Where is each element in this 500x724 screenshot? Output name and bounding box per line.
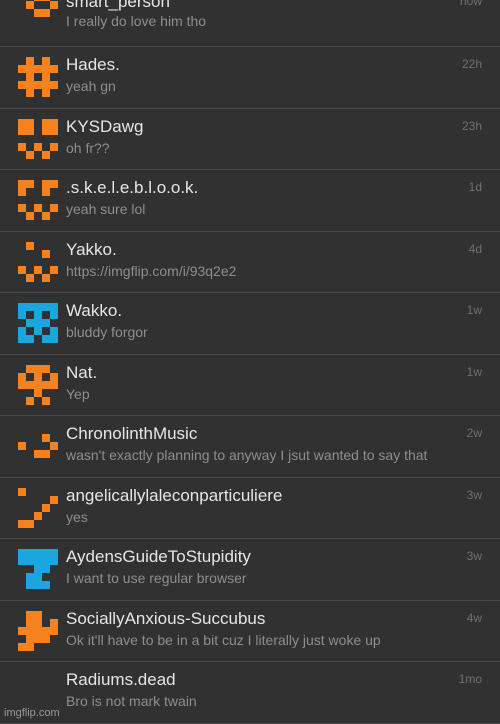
message-preview: Yep [66, 385, 90, 402]
pixel-avatar-icon [18, 487, 58, 528]
contact-name: angelicallylaleconparticuliere [66, 485, 283, 505]
timestamp: 4w [466, 610, 482, 625]
contact-name: AydensGuideToStupidity [66, 547, 251, 566]
pixel-avatar-icon [18, 549, 58, 589]
avatar-placeholder [18, 672, 58, 712]
conversation-row[interactable]: AydensGuideToStupidity I want to use regu… [0, 539, 500, 601]
timestamp: 3w [466, 487, 482, 502]
pixel-avatar-icon [18, 364, 58, 405]
contact-name: ChronolinthMusic [66, 424, 198, 443]
pixel-avatar-icon [18, 426, 58, 466]
conversation-row[interactable]: .s.k.e.l.e.b.l.o.o.k. yeah sure lol 1d [0, 170, 500, 232]
contact-name: KYSDawg [66, 116, 144, 136]
message-preview: https://imgflip.com/i/93q2e2 [66, 262, 237, 279]
conversation-row[interactable]: KYSDawg oh fr?? 23h [0, 108, 500, 170]
imgflip-watermark: imgflip.com [4, 707, 60, 719]
message-preview: wasn't exactly planning to anyway I jsut… [66, 447, 428, 463]
conversation-row[interactable]: Nat. Yep 1w [0, 354, 500, 416]
conversation-row[interactable]: Hades. yeah gn 22h [0, 47, 500, 109]
message-preview: Ok it'll have to be in a bit cuz I liter… [66, 631, 381, 648]
pixel-avatar-icon [18, 0, 58, 33]
conversation-row[interactable]: angelicallylaleconparticuliere yes 3w [0, 477, 500, 539]
contact-name: SociallyAnxious-Succubus [66, 608, 266, 628]
timestamp: 2w [466, 426, 482, 440]
message-preview: yes [66, 508, 88, 525]
pixel-avatar-icon [18, 118, 58, 159]
message-preview: yeah sure lol [66, 201, 146, 217]
conversation-row[interactable]: ChronolinthMusic wasn't exactly planning … [0, 416, 500, 478]
message-preview: Bro is not mark twain [66, 693, 197, 709]
timestamp: 1w [466, 303, 482, 317]
timestamp: 1w [466, 364, 482, 379]
timestamp: 1mo [458, 672, 482, 686]
timestamp: 22h [461, 57, 482, 71]
pixel-avatar-icon [18, 57, 58, 97]
message-preview: bluddy forgor [66, 324, 148, 340]
pixel-avatar-icon [18, 610, 58, 651]
timestamp: 23h [461, 118, 482, 133]
contact-name: .s.k.e.l.e.b.l.o.o.k. [66, 178, 199, 197]
conversation-row[interactable]: Wakko. bluddy forgor 1w [0, 293, 500, 355]
pixel-avatar-icon [18, 180, 58, 220]
contact-name: Wakko. [66, 301, 123, 320]
conversation-row[interactable]: Yakko. https://imgflip.com/i/93q2e2 4d [0, 231, 500, 293]
timestamp: 1d [468, 180, 482, 194]
conversation-row[interactable]: SociallyAnxious-Succubus Ok it'll have to… [0, 600, 500, 662]
contact-name: Yakko. [66, 239, 117, 259]
contact-name: Radiums.dead [66, 670, 176, 689]
conversation-row[interactable]: Radiums.dead Bro is not mark twain 1mo [0, 662, 500, 724]
contact-name: Nat. [66, 362, 98, 382]
message-preview: I really do love him tho [66, 13, 207, 29]
timestamp: 4d [468, 241, 482, 256]
contact-name: smart_person [66, 0, 170, 11]
message-preview: yeah gn [66, 78, 116, 94]
pixel-avatar-icon [18, 241, 58, 282]
conversation-row[interactable]: smart_person I really do love him tho now [0, 0, 500, 47]
contact-name: Hades. [66, 55, 120, 74]
timestamp: now [459, 0, 482, 8]
conversation-list: smart_person I really do love him tho now H… [0, 0, 500, 724]
message-preview: I want to use regular browser [66, 570, 247, 586]
message-preview: oh fr?? [66, 139, 110, 156]
timestamp: 3w [466, 549, 482, 563]
pixel-avatar-icon [18, 303, 58, 343]
